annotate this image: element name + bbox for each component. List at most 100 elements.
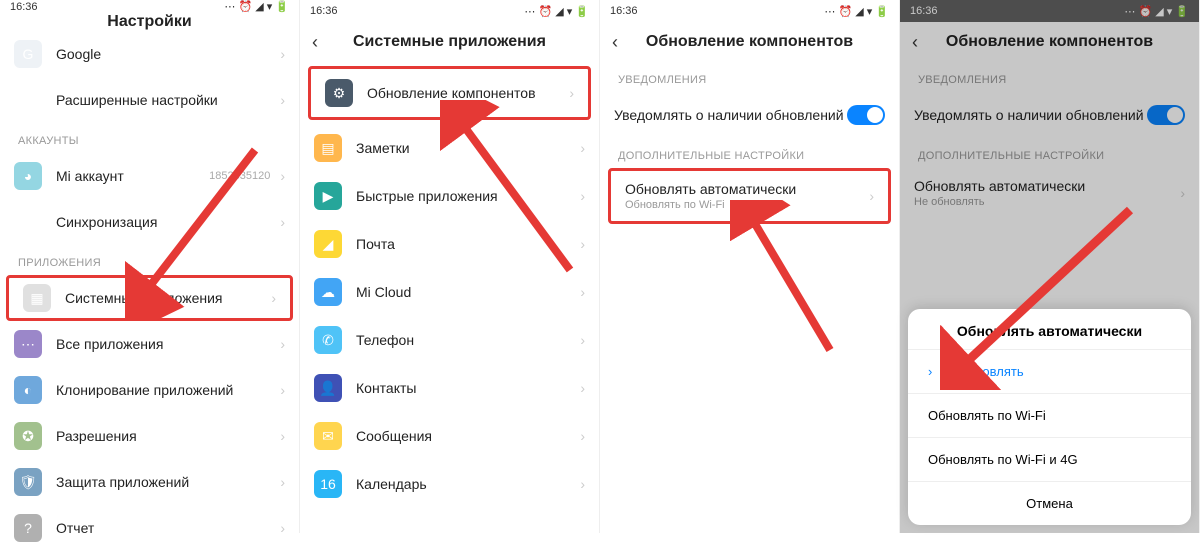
label-all-apps: Все приложения xyxy=(56,336,280,352)
section-apps: ПРИЛОЖЕНИЯ xyxy=(0,245,299,275)
row-google[interactable]: G Google › xyxy=(0,31,299,77)
page-title: Настройки xyxy=(107,13,191,31)
chevron-right-icon: › xyxy=(280,428,285,444)
permissions-icon: ✪ xyxy=(14,422,42,450)
chevron-right-icon: › xyxy=(580,332,585,348)
row-component-updates[interactable]: ⚙ Обновление компонентов › xyxy=(308,66,591,120)
chevron-right-icon: › xyxy=(869,188,874,204)
label-contacts: Контакты xyxy=(356,380,580,396)
row-mail[interactable]: ◢ Почта › xyxy=(300,220,599,268)
cloud-icon: ☁ xyxy=(314,278,342,306)
chevron-right-icon: › xyxy=(280,336,285,352)
chevron-right-icon: › xyxy=(580,140,585,156)
chevron-right-icon: › xyxy=(280,46,285,62)
label-auto: Обновлять автоматически xyxy=(625,181,869,197)
sheet-title: Обновлять автоматически xyxy=(908,309,1191,349)
label-mail: Почта xyxy=(356,236,580,252)
row-calendar[interactable]: 16 Календарь › xyxy=(300,460,599,508)
row-micloud[interactable]: ☁ Mi Cloud › xyxy=(300,268,599,316)
label-notes: Заметки xyxy=(356,140,580,156)
label-google: Google xyxy=(56,46,280,62)
label-advanced: Расширенные настройки xyxy=(56,92,280,108)
label-report: Отчет xyxy=(56,520,280,536)
section-notifications: УВЕДОМЛЕНИЯ xyxy=(600,62,899,92)
back-icon[interactable]: ‹ xyxy=(612,32,618,53)
option-update-wifi-4g[interactable]: Обновлять по Wi-Fi и 4G xyxy=(908,437,1191,481)
chevron-right-icon: › xyxy=(580,428,585,444)
label-sys-apps: Системные приложения xyxy=(65,290,271,306)
chevron-right-icon: › xyxy=(569,85,574,101)
fast-apps-icon: ▶ xyxy=(314,182,342,210)
label-cal: Календарь xyxy=(356,476,580,492)
chevron-right-icon: › xyxy=(271,290,276,306)
row-system-apps[interactable]: ▦ Системные приложения › xyxy=(6,275,293,321)
status-icons: ⋯ ⏰ ◢ ▾ 🔋 xyxy=(224,0,289,13)
cancel-label: Отмена xyxy=(1026,496,1073,511)
screen-component-updates: 16:36 ⋯ ⏰ ◢ ▾ 🔋 ‹ Обновление компонентов… xyxy=(600,0,900,533)
row-notes[interactable]: ▤ Заметки › xyxy=(300,124,599,172)
row-auto-update[interactable]: Обновлять автоматически Обновлять по Wi-… xyxy=(608,168,891,224)
clone-icon: ◐ xyxy=(14,376,42,404)
cancel-button[interactable]: Отмена xyxy=(908,481,1191,525)
status-time: 16:36 xyxy=(610,5,638,17)
back-icon[interactable]: ‹ xyxy=(312,32,318,53)
status-time: 16:36 xyxy=(10,1,38,13)
label-fast: Быстрые приложения xyxy=(356,188,580,204)
label-sync: Синхронизация xyxy=(56,214,280,230)
advanced-icon: ⋯ xyxy=(14,86,42,114)
row-notify-updates[interactable]: Уведомлять о наличии обновлений xyxy=(600,92,899,138)
row-sync[interactable]: ⟳ Синхронизация › xyxy=(0,199,299,245)
screen-auto-update-sheet: 16:36 ⋯ ⏰ ◢ ▾ 🔋 ‹ Обновление компонентов… xyxy=(900,0,1200,533)
screen-settings: 16:36 ⋯ ⏰ ◢ ▾ 🔋 Настройки G Google › ⋯ Р… xyxy=(0,0,300,533)
row-fast-apps[interactable]: ▶ Быстрые приложения › xyxy=(300,172,599,220)
option-label: Обновлять по Wi-Fi и 4G xyxy=(928,452,1078,467)
row-all-apps[interactable]: ⋯ Все приложения › xyxy=(0,321,299,367)
chevron-right-icon: › xyxy=(280,92,285,108)
label-comp: Обновление компонентов xyxy=(367,85,569,101)
chevron-right-icon: › xyxy=(580,380,585,396)
row-phone[interactable]: ✆ Телефон › xyxy=(300,316,599,364)
row-report[interactable]: ? Отчет › xyxy=(0,505,299,551)
option-do-not-update[interactable]: › Не обновлять xyxy=(908,349,1191,393)
row-clone[interactable]: ◐ Клонирование приложений › xyxy=(0,367,299,413)
chevron-right-icon: › xyxy=(580,476,585,492)
chevron-right-icon: › xyxy=(280,168,285,184)
annotation-arrow xyxy=(730,200,850,360)
mi-id: 1852835120 xyxy=(209,170,270,182)
header: ‹ Системные приложения xyxy=(300,22,599,62)
status-bar: 16:36 ⋯ ⏰ ◢ ▾ 🔋 xyxy=(600,0,899,22)
row-protect[interactable]: 🛡 Защита приложений › xyxy=(0,459,299,505)
notes-icon: ▤ xyxy=(314,134,342,162)
screen-system-apps: 16:36 ⋯ ⏰ ◢ ▾ 🔋 ‹ Системные приложения ⚙… xyxy=(300,0,600,533)
status-icons: ⋯ ⏰ ◢ ▾ 🔋 xyxy=(524,5,589,18)
option-label: Не обновлять xyxy=(940,364,1023,379)
row-advanced[interactable]: ⋯ Расширенные настройки › xyxy=(0,77,299,123)
shield-icon: 🛡 xyxy=(14,468,42,496)
row-contacts[interactable]: 👤 Контакты › xyxy=(300,364,599,412)
label-notify: Уведомлять о наличии обновлений xyxy=(614,107,847,123)
row-mi-account[interactable]: ◕ Mi аккаунт 1852835120 › xyxy=(0,153,299,199)
mail-icon: ◢ xyxy=(314,230,342,258)
label-cloud: Mi Cloud xyxy=(356,284,580,300)
chevron-right-icon: › xyxy=(280,520,285,536)
google-icon: G xyxy=(14,40,42,68)
action-sheet: Обновлять автоматически › Не обновлять О… xyxy=(908,309,1191,525)
chevron-right-icon: › xyxy=(280,214,285,230)
label-msg: Сообщения xyxy=(356,428,580,444)
row-permissions[interactable]: ✪ Разрешения › xyxy=(0,413,299,459)
label-auto-sub: Обновлять по Wi-Fi xyxy=(625,199,869,211)
chevron-right-icon: › xyxy=(580,236,585,252)
label-phone: Телефон xyxy=(356,332,580,348)
chevron-right-icon: › xyxy=(580,284,585,300)
calendar-date: 16 xyxy=(320,476,336,492)
section-accounts: АККАУНТЫ xyxy=(0,123,299,153)
page-title: Системные приложения xyxy=(353,33,546,51)
option-update-wifi[interactable]: Обновлять по Wi-Fi xyxy=(908,393,1191,437)
apps-icon: ▦ xyxy=(23,284,51,312)
status-time: 16:36 xyxy=(310,5,338,17)
chevron-right-icon: › xyxy=(928,364,932,379)
row-messages[interactable]: ✉ Сообщения › xyxy=(300,412,599,460)
label-mi: Mi аккаунт xyxy=(56,168,209,184)
mi-account-icon: ◕ xyxy=(14,162,42,190)
toggle-on[interactable] xyxy=(847,105,885,125)
